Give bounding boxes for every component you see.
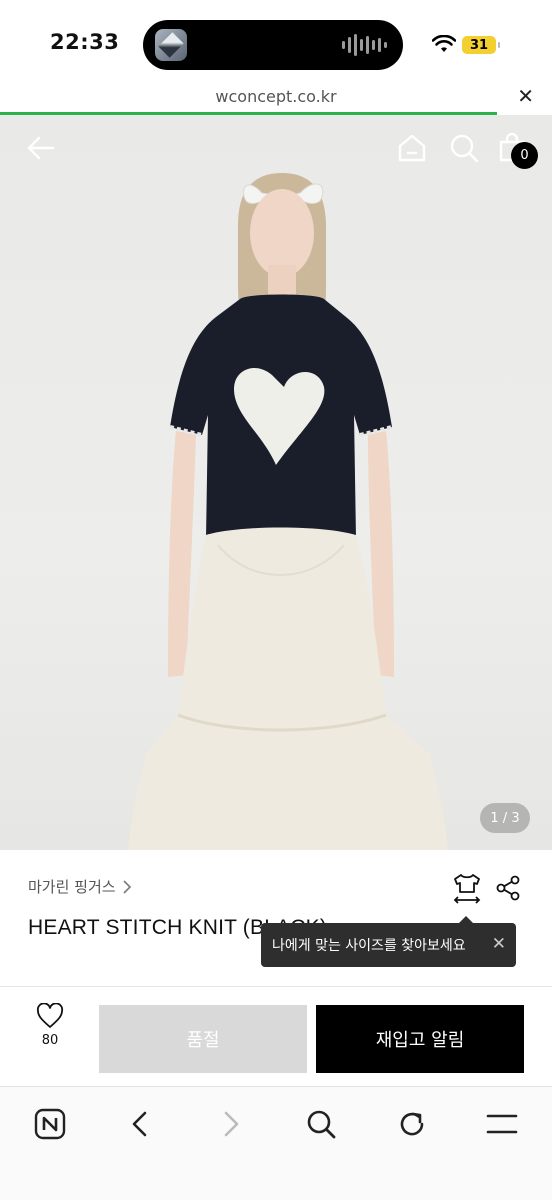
close-icon[interactable]: ✕: [492, 934, 506, 954]
url-bar[interactable]: wconcept.co.kr ✕: [0, 84, 552, 114]
brand-link[interactable]: 마가린 핑거스: [28, 876, 132, 897]
search-icon[interactable]: [301, 1104, 341, 1144]
now-playing-artwork: [155, 29, 187, 61]
close-icon[interactable]: ✕: [517, 84, 534, 108]
tooltip-text: 나에게 맞는 사이즈를 찾아보세요: [272, 938, 466, 954]
menu-icon[interactable]: [482, 1104, 522, 1144]
back-arrow-icon[interactable]: [24, 131, 58, 165]
naver-home-icon[interactable]: [30, 1104, 70, 1144]
refresh-icon[interactable]: [392, 1104, 432, 1144]
url-text: wconcept.co.kr: [215, 87, 337, 106]
status-bar: 22:33 31: [0, 0, 552, 84]
back-icon[interactable]: [120, 1104, 160, 1144]
size-finder-tooltip[interactable]: 나에게 맞는 사이즈를 찾아보세요 ✕: [261, 916, 516, 967]
chevron-right-icon: [123, 879, 131, 894]
search-icon[interactable]: [448, 132, 480, 164]
wifi-icon: [432, 35, 456, 52]
home-icon[interactable]: [396, 132, 428, 164]
product-photo: [128, 173, 448, 850]
wishlist-button[interactable]: 80: [28, 1003, 72, 1067]
browser-toolbar: [0, 1086, 552, 1200]
product-image-carousel[interactable]: [0, 115, 552, 850]
cart-count-badge[interactable]: 0: [511, 142, 538, 169]
dynamic-island[interactable]: [143, 20, 403, 70]
heart-icon: [36, 1003, 64, 1028]
wishlist-count: 80: [41, 1033, 59, 1048]
brand-name: 마가린 핑거스: [28, 878, 116, 896]
soldout-button[interactable]: 품절: [99, 1005, 307, 1073]
battery-indicator: 31: [462, 36, 500, 54]
size-guide-icon[interactable]: [452, 872, 482, 904]
restock-alert-button[interactable]: 재입고 알림: [316, 1005, 524, 1073]
status-time: 22:33: [50, 30, 120, 54]
purchase-action-bar: 80 품절 재입고 알림: [0, 987, 552, 1085]
forward-icon[interactable]: [211, 1104, 251, 1144]
carousel-page-indicator: 1 / 3: [480, 803, 530, 833]
share-icon[interactable]: [494, 874, 522, 902]
audio-waveform-icon: [342, 34, 387, 56]
